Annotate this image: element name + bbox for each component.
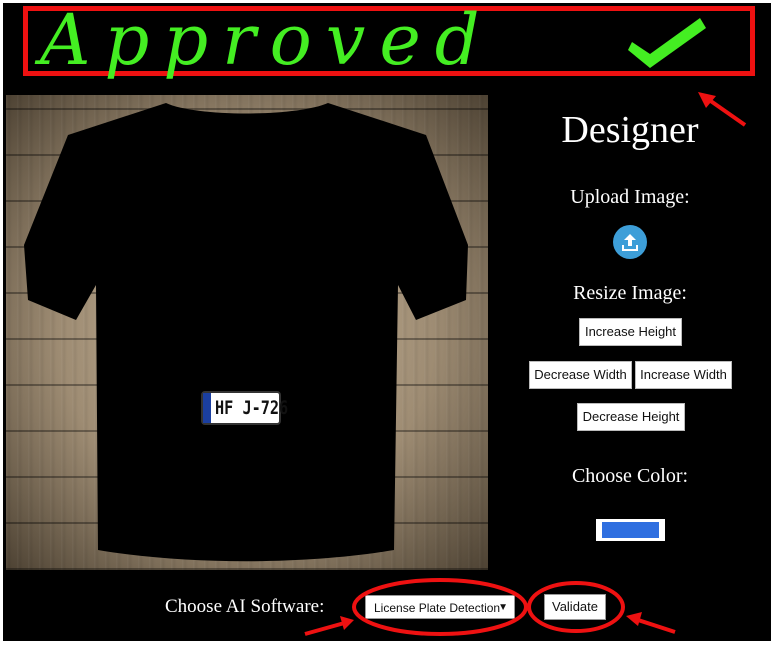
validate-button[interactable]: Validate <box>544 594 606 620</box>
checkmark-icon <box>628 18 706 68</box>
dropdown-arrow-icon: ▼ <box>498 602 508 613</box>
designer-title: Designer <box>561 109 699 151</box>
plate-country-strip <box>203 393 211 423</box>
plate-text: HF J-726 <box>215 397 289 419</box>
ai-software-select[interactable]: License Plate Detection ▼ <box>365 595 515 619</box>
upload-label: Upload Image: <box>570 186 690 208</box>
tshirt-image <box>24 103 468 562</box>
color-picker[interactable] <box>596 519 665 541</box>
upload-button[interactable] <box>613 225 647 259</box>
shirt-preview: HF J-726 <box>6 95 488 570</box>
decrease-height-button[interactable]: Decrease Height <box>577 403 685 431</box>
upload-icon <box>622 234 638 251</box>
license-plate-image[interactable]: HF J-726 <box>201 391 288 425</box>
ai-software-selected: License Plate Detection <box>374 601 501 615</box>
decrease-width-button[interactable]: Decrease Width <box>529 361 632 389</box>
resize-label: Resize Image: <box>573 282 687 304</box>
increase-width-button[interactable]: Increase Width <box>635 361 732 389</box>
approved-text: Approved <box>40 0 494 81</box>
ai-software-label: Choose AI Software: <box>165 596 325 617</box>
color-fill <box>602 522 659 538</box>
color-label: Choose Color: <box>571 465 689 487</box>
increase-height-button[interactable]: Increase Height <box>579 318 682 346</box>
